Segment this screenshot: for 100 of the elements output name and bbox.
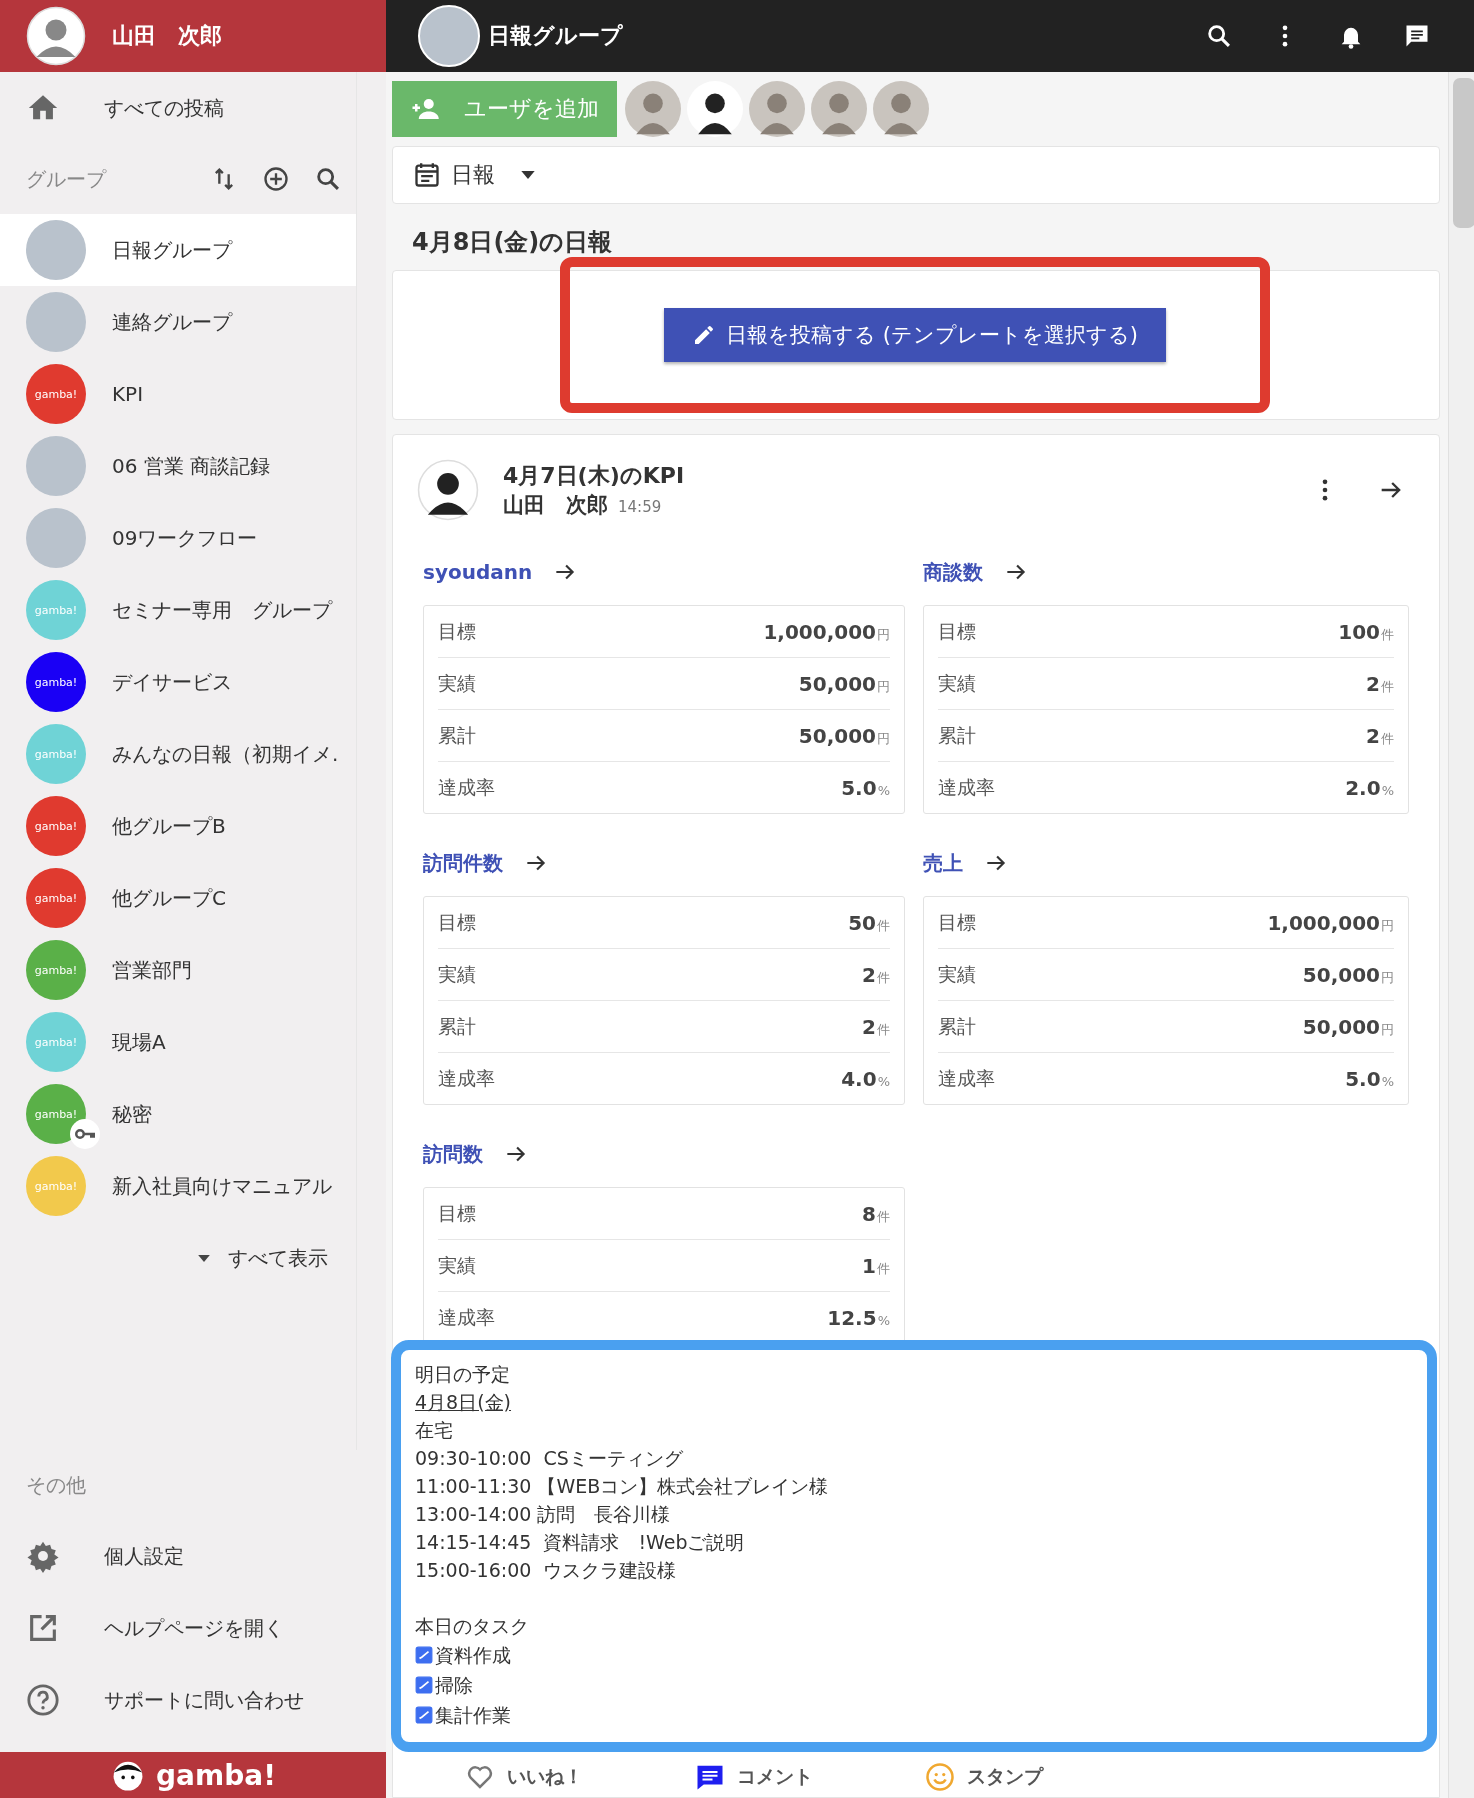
kpi-value: 1件 [862, 1253, 890, 1278]
memo-line: 14:15-14:45 資料請求 !Webご説明 [415, 1530, 746, 1555]
kpi-value: 2件 [862, 962, 890, 987]
kpi-title-link[interactable]: syoudann [423, 560, 533, 584]
caret-icon [521, 171, 535, 179]
kpi-label: 実績 [438, 1252, 476, 1278]
group-item[interactable]: gamba! 営業部門 [0, 934, 356, 1006]
kpi-title-link[interactable]: 商談数 [923, 558, 983, 586]
checkbox[interactable] [415, 1676, 433, 1694]
kpi-label: 達成率 [438, 774, 495, 800]
author-name: 山田 次郎 [503, 492, 608, 519]
kpi-value: 2件 [1366, 723, 1394, 748]
memo-line: 在宅 [415, 1418, 454, 1443]
checkbox[interactable] [415, 1646, 433, 1664]
checkbox[interactable] [415, 1706, 433, 1724]
kpi-value: 50,000 円 [798, 671, 890, 696]
memo-line: 明日の予定 [415, 1362, 511, 1387]
kpi-value: 1,000,000 円 [763, 619, 890, 644]
task-label: 掃除 [435, 1673, 473, 1698]
kpi-value: 8件 [862, 1201, 890, 1226]
memo-line: 15:00-16:00 ウスクラ建設様 [415, 1558, 678, 1583]
group-logo: gamba! [26, 868, 86, 928]
group-logo: gamba! [26, 652, 86, 712]
group-logo: gamba! [26, 940, 86, 1000]
group-logo: gamba! [26, 724, 86, 784]
group-logo: gamba! [26, 1156, 86, 1216]
reaction-button[interactable]: コメント [695, 1762, 865, 1792]
kpi-value: 2.0% [1345, 775, 1394, 800]
group-item[interactable]: gamba! 他グループB [0, 790, 356, 862]
group-logo: gamba! [26, 1084, 86, 1144]
all-posts-item[interactable]: すべての投稿 [0, 72, 356, 144]
member-avatar[interactable] [687, 81, 743, 137]
photo-placeholder [26, 292, 86, 352]
kpi-value: 100件 [1338, 619, 1394, 644]
search-icon[interactable] [314, 165, 342, 193]
smiley-icon [925, 1762, 955, 1792]
memo-date: 4月8日(金) [415, 1390, 511, 1415]
photo-placeholder [26, 220, 86, 280]
kpi-value: 5.0% [841, 775, 890, 800]
kpi-label: 達成率 [938, 774, 995, 800]
reaction-button[interactable]: いいね！ [465, 1762, 635, 1792]
post-report-button[interactable]: 日報を投稿する (テンプレートを選択する) [663, 308, 1167, 362]
group-item[interactable]: 日報グループ [0, 214, 356, 286]
kpi-label: 達成率 [438, 1065, 495, 1091]
kpi-value: 50,000 円 [798, 723, 890, 748]
kpi-label: 実績 [938, 670, 976, 696]
kpi-value: 50件 [848, 910, 890, 935]
avatar-icon [417, 459, 479, 521]
calendar-icon [413, 161, 441, 189]
menu-item[interactable]: ヘルプページを開く [0, 1592, 386, 1664]
group-item[interactable]: 連絡グループ [0, 286, 356, 358]
group-item[interactable]: gamba! 他グループC [0, 862, 356, 934]
group-item[interactable]: 09ワークフロー [0, 502, 356, 574]
menu-item[interactable]: 個人設定 [0, 1520, 386, 1592]
scrollbar[interactable] [1448, 72, 1474, 1798]
group-item[interactable]: gamba! KPI [0, 358, 356, 430]
group-title: 日報グループ [488, 22, 623, 50]
kpi-label: 実績 [438, 961, 476, 987]
add-circle-icon[interactable] [262, 165, 290, 193]
kpi-label: 実績 [438, 670, 476, 696]
group-item[interactable]: gamba! セミナー専用 グループ [0, 574, 356, 646]
memo-line: 本日のタスク [415, 1614, 530, 1639]
show-all-link[interactable]: すべて表示 [0, 1222, 356, 1294]
task-label: 集計作業 [435, 1703, 511, 1728]
kpi-value: 50,000 円 [1302, 1014, 1394, 1039]
photo-placeholder [26, 436, 86, 496]
kpi-title-link[interactable]: 売上 [923, 849, 963, 877]
post-time: 14:59 [618, 498, 662, 516]
memo-line: 11:00-11:30 【WEBコン】株式会社ブレイン様 [415, 1474, 830, 1499]
filter-dropdown[interactable]: 日報 [392, 146, 1440, 204]
kpi-label: 目標 [438, 909, 476, 935]
group-item[interactable]: 06 営業 商談記録 [0, 430, 356, 502]
group-item[interactable]: gamba! 新入社員向けマニュアル [0, 1150, 356, 1222]
kpi-label: 達成率 [438, 1304, 495, 1330]
group-logo: gamba! [26, 580, 86, 640]
group-logo: gamba! [26, 796, 86, 856]
kpi-title-link[interactable]: 訪問数 [423, 1140, 483, 1168]
kpi-label: 目標 [438, 1200, 476, 1226]
kpi-value: 1,000,000 円 [1267, 910, 1394, 935]
reaction-button[interactable]: スタンプ [925, 1762, 1095, 1792]
kpi-label: 達成率 [938, 1065, 995, 1091]
menu-item[interactable]: サポートに問い合わせ [0, 1664, 386, 1736]
search-icon[interactable] [1205, 22, 1233, 50]
group-logo: gamba! [26, 1012, 86, 1072]
brand-logo: gamba! [156, 1758, 276, 1792]
groups-heading: グループ [26, 165, 106, 193]
memo-line: 09:30-10:00 CSミーティング [415, 1446, 684, 1471]
memo-line: 13:00-14:00 訪問 長谷川様 [415, 1502, 672, 1527]
kpi-value: 2件 [1366, 671, 1394, 696]
group-item[interactable]: gamba! デイサービス [0, 646, 356, 718]
section-title: 4月8日(金)の日報 [411, 227, 614, 258]
kpi-title-link[interactable]: 訪問件数 [423, 849, 503, 877]
kpi-value: 5.0% [1345, 1066, 1394, 1091]
group-item[interactable]: gamba! みんなの日報（初期イメ. [0, 718, 356, 790]
user-name: 山田 次郎 [112, 22, 222, 50]
group-item[interactable]: gamba! 現場A [0, 1006, 356, 1078]
group-item[interactable]: gamba! 秘密 [0, 1078, 356, 1150]
help-icon [26, 1683, 60, 1717]
kpi-label: 目標 [938, 618, 976, 644]
caret-icon [198, 1254, 210, 1262]
